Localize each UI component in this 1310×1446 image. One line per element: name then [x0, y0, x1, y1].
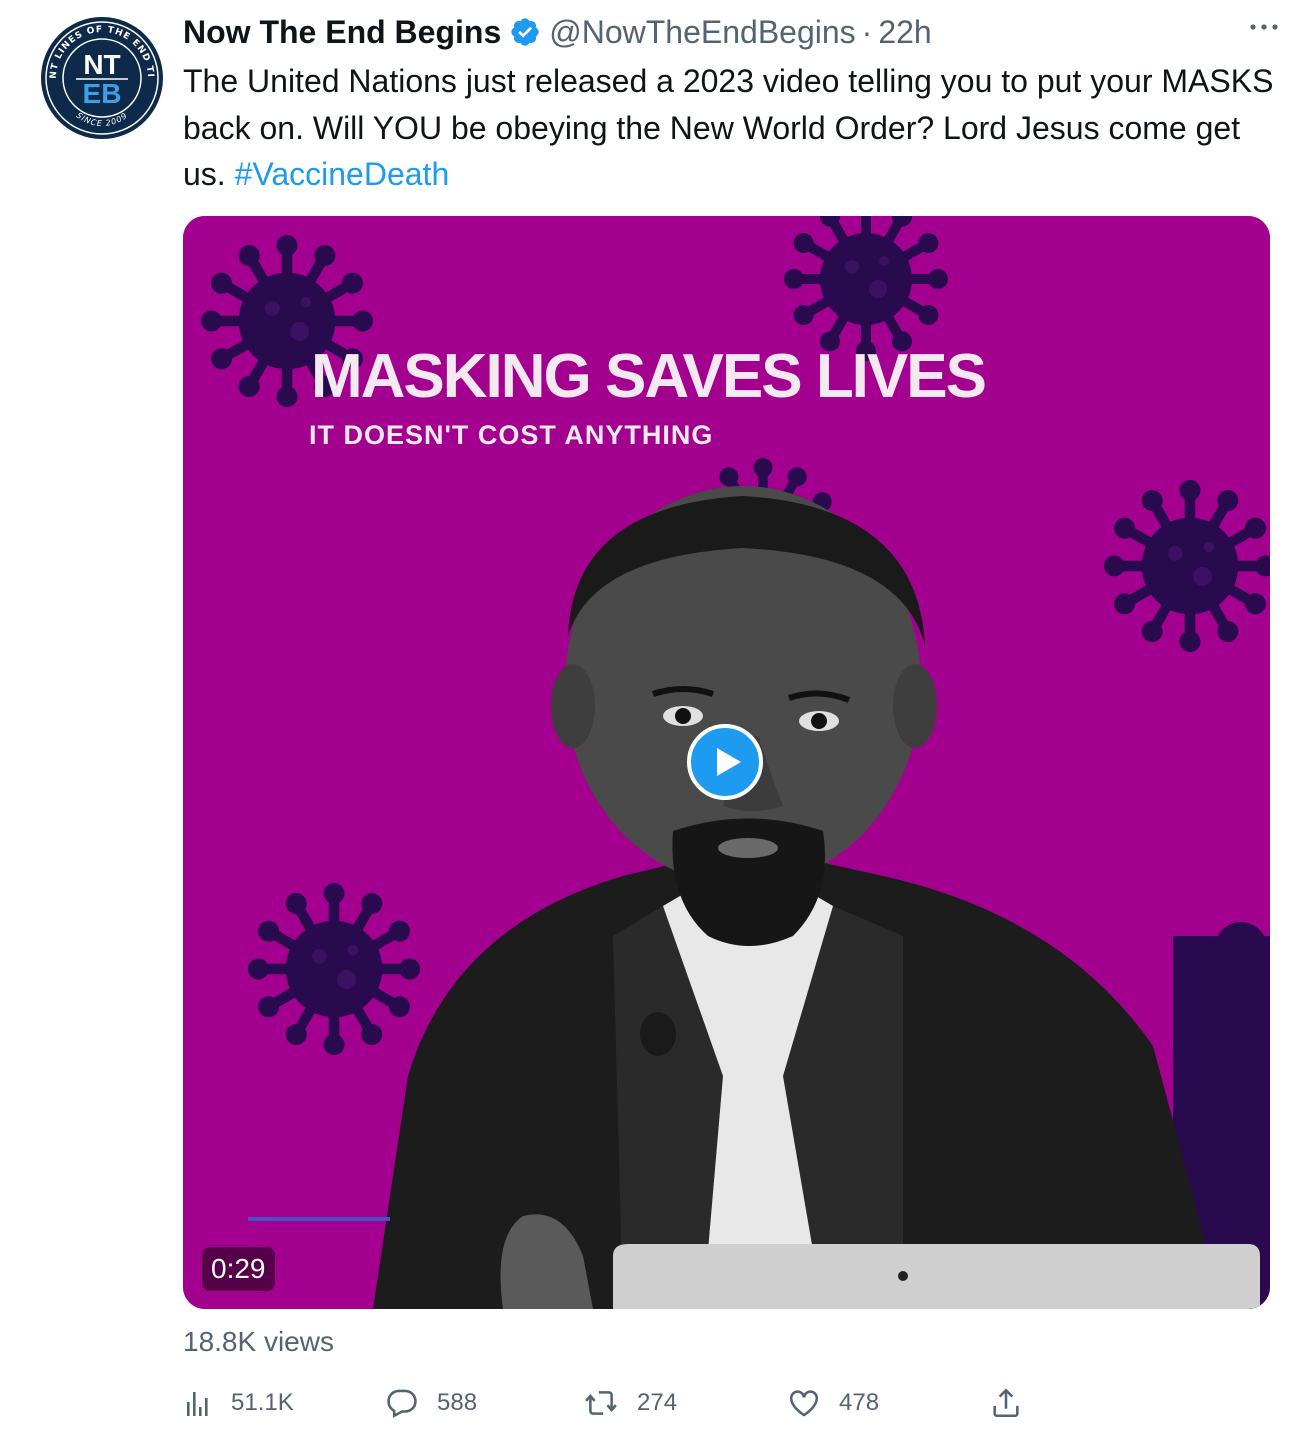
heart-icon: [789, 1390, 819, 1417]
like-button[interactable]: 478: [787, 1380, 879, 1426]
reply-count: 588: [437, 1389, 478, 1416]
like-count: 478: [839, 1389, 880, 1416]
video-subhead: IT DOESN'T COST ANYTHING: [309, 420, 714, 450]
tweet-header: Now The End Begins @NowTheEndBegins · 22…: [183, 10, 1270, 54]
header-separator: ·: [861, 13, 873, 50]
user-handle[interactable]: @NowTheEndBegins: [549, 14, 855, 51]
analytics-count: 51.1K: [231, 1389, 294, 1416]
share-button[interactable]: [989, 1380, 1041, 1426]
play-icon[interactable]: [687, 724, 763, 800]
analytics-button[interactable]: 51.1K: [183, 1380, 294, 1426]
tweet-text: The United Nations just released a 2023 …: [183, 58, 1283, 198]
video-duration-badge: 0:29: [202, 1247, 275, 1291]
analytics-icon: [187, 1392, 208, 1416]
video-headline: MASKING SAVES LIVES: [311, 342, 987, 411]
video-player[interactable]: MASKING SAVES LIVES IT DOESN'T COST ANYT…: [183, 216, 1270, 1309]
avatar-logo-top: NT: [83, 49, 120, 80]
avatar[interactable]: FRONT LINES OF THE END TIMES SINCE 2009 …: [35, 9, 164, 140]
tweet-timestamp[interactable]: 22h: [878, 14, 931, 51]
retweet-icon: [585, 1391, 617, 1415]
reply-button[interactable]: 588: [385, 1380, 477, 1426]
view-count: 18.8K views: [183, 1326, 334, 1357]
avatar-logo-bottom: EB: [83, 78, 122, 109]
verified-badge-icon: [509, 16, 541, 48]
video-progress-bar[interactable]: [248, 1217, 390, 1221]
nteb-logo: FRONT LINES OF THE END TIMES SINCE 2009 …: [35, 9, 163, 139]
reply-icon: [387, 1389, 417, 1418]
retweet-count: 274: [637, 1389, 678, 1416]
display-name[interactable]: Now The End Begins: [183, 14, 501, 51]
share-icon: [993, 1388, 1019, 1418]
tweet-actions: 51.1K 588 274 478: [183, 1380, 1043, 1426]
more-options-icon[interactable]: [1246, 12, 1282, 42]
retweet-button[interactable]: 274: [583, 1380, 677, 1426]
hashtag-link[interactable]: #VaccineDeath: [235, 156, 450, 192]
